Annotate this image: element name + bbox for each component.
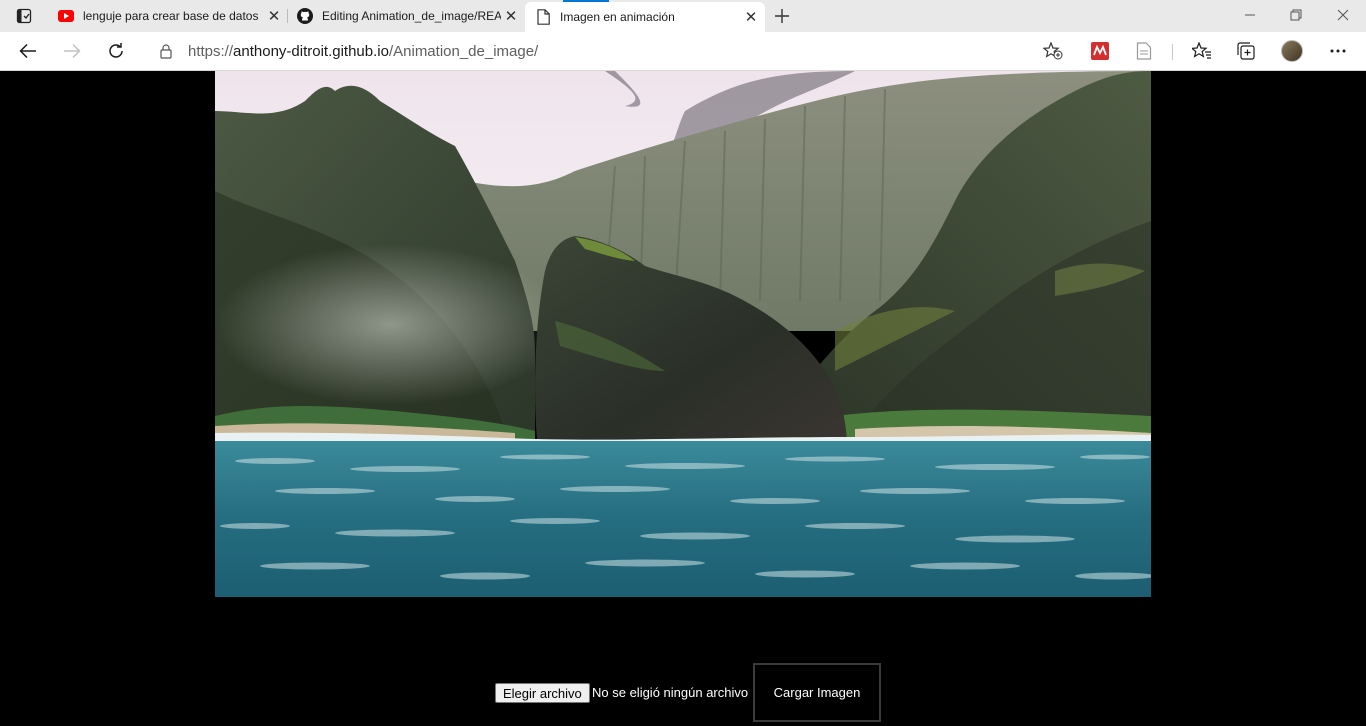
url-scheme: https:// <box>188 43 234 60</box>
new-tab-button[interactable] <box>770 4 794 28</box>
forward-button[interactable] <box>58 38 86 64</box>
address-bar[interactable]: https://anthony-ditroit.github.io/Animat… <box>144 36 1072 66</box>
url-path: /Animation_de_image/ <box>388 43 539 60</box>
tab-strip: lenguje para crear base de datos ✕ Editi… <box>0 0 1366 32</box>
tab-title: Editing Animation_de_image/README <box>322 9 501 23</box>
reading-view-icon <box>1136 42 1152 60</box>
reading-view-button[interactable] <box>1130 38 1158 64</box>
back-button[interactable] <box>14 38 42 64</box>
favorites-button[interactable] <box>1188 38 1216 64</box>
refresh-button[interactable] <box>102 38 130 64</box>
page-icon <box>535 9 551 25</box>
url-host: anthony-ditroit.github.io <box>233 43 389 60</box>
lock-icon[interactable] <box>158 43 174 59</box>
restore-button[interactable] <box>1273 0 1319 30</box>
restore-icon <box>1290 9 1302 21</box>
url-text[interactable]: https://anthony-ditroit.github.io/Animat… <box>188 43 538 60</box>
profile-avatar[interactable] <box>1281 40 1303 62</box>
minimize-icon <box>1245 14 1255 16</box>
minimize-button[interactable] <box>1227 0 1273 30</box>
animated-image <box>215 71 1151 597</box>
extension-button[interactable] <box>1086 38 1114 64</box>
page-content: Elegir archivo No se eligió ningún archi… <box>0 71 1366 726</box>
tab-github[interactable]: Editing Animation_de_image/README ✕ <box>287 0 525 32</box>
close-tab-icon[interactable]: ✕ <box>501 6 521 26</box>
tab-youtube[interactable]: lenguje para crear base de datos ✕ <box>48 0 288 32</box>
collections-icon <box>1237 42 1255 60</box>
arrow-right-icon <box>64 43 81 59</box>
tab-title: lenguje para crear base de datos <box>83 9 259 23</box>
add-favorite-button[interactable] <box>1042 41 1064 61</box>
extension-red-icon <box>1091 42 1109 60</box>
favorites-icon <box>1192 42 1211 59</box>
plus-icon <box>775 9 789 23</box>
arrow-left-icon <box>19 43 36 59</box>
choose-file-button[interactable]: Elegir archivo <box>495 683 590 703</box>
close-tab-icon[interactable]: ✕ <box>741 7 761 27</box>
tab-title: Imagen en animación <box>560 10 675 24</box>
toolbar-divider <box>1172 44 1173 60</box>
active-tab-indicator <box>563 0 609 2</box>
tab-actions-icon <box>16 8 32 24</box>
close-window-button[interactable] <box>1320 0 1366 30</box>
refresh-icon <box>109 43 123 58</box>
youtube-icon <box>58 8 74 24</box>
more-horizontal-icon <box>1330 49 1346 53</box>
star-add-icon <box>1043 42 1063 60</box>
load-image-button[interactable]: Cargar Imagen <box>753 663 881 722</box>
close-icon <box>1337 9 1349 21</box>
close-tab-icon[interactable]: ✕ <box>264 6 284 26</box>
browser-toolbar: https://anthony-ditroit.github.io/Animat… <box>0 32 1366 71</box>
github-icon <box>297 8 313 24</box>
settings-more-button[interactable] <box>1324 38 1352 64</box>
upload-controls: Elegir archivo No se eligió ningún archi… <box>0 663 1366 723</box>
tab-active-imagen[interactable]: Imagen en animación ✕ <box>525 0 765 32</box>
tab-actions-menu-button[interactable] <box>8 4 40 28</box>
collections-button[interactable] <box>1232 38 1260 64</box>
file-status-text: No se eligió ningún archivo <box>592 685 749 700</box>
